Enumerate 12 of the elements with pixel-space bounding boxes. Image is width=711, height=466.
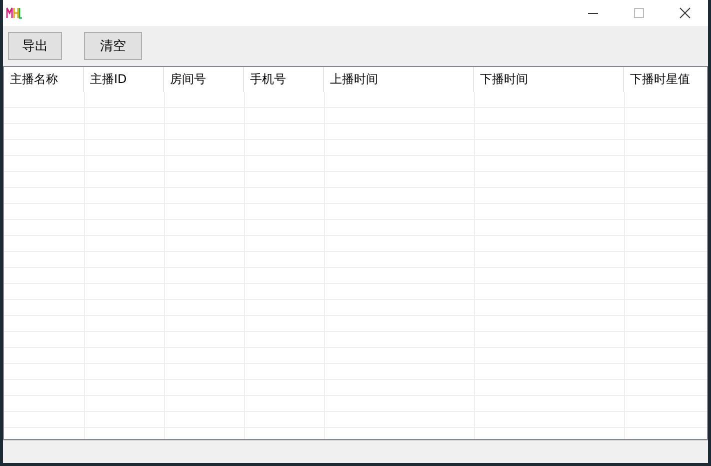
clear-button[interactable]: 清空 [84,32,142,60]
maximize-icon [633,7,645,19]
column-header[interactable]: 下播时间 [474,66,624,92]
column-header[interactable]: 手机号 [244,66,324,92]
column-header[interactable]: 上播时间 [324,66,474,92]
export-button[interactable]: 导出 [8,32,62,60]
column-header[interactable]: 房间号 [164,66,244,92]
column-header[interactable]: 主播名称 [4,66,84,92]
column-header[interactable]: 下播时星值 [624,66,707,92]
close-icon [679,7,691,19]
app-icon [6,7,22,19]
column-header[interactable]: 主播ID [84,66,164,92]
